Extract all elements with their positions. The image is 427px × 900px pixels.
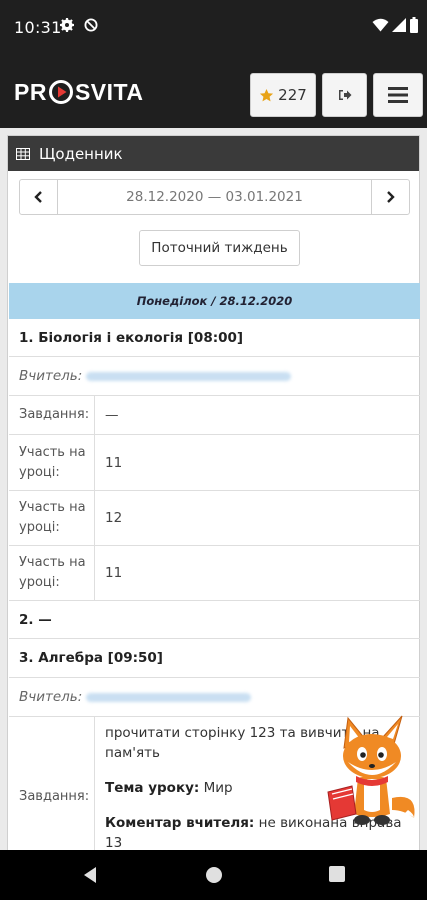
day-header: Понеділок / 28.12.2020 [9, 283, 420, 319]
task-label: Завдання: [9, 396, 95, 434]
do-not-disturb-icon [84, 18, 98, 32]
chevron-left-icon [34, 191, 42, 203]
teacher-name-redacted [86, 692, 252, 702]
panel-header: Щоденник [8, 136, 419, 171]
chevron-right-icon [387, 191, 395, 203]
star-icon [260, 88, 274, 101]
teacher-label: Вчитель: [19, 368, 292, 384]
next-week-button[interactable] [371, 180, 409, 214]
lesson-title-row: 2. — [9, 601, 420, 639]
table-icon [16, 147, 30, 160]
lesson-title-row: 3. Алгебра [09:50] [9, 639, 420, 678]
status-time: 10:31 [14, 18, 62, 37]
panel-title: Щоденник [39, 144, 123, 163]
week-range: 28.12.2020 — 03.01.2021 [126, 189, 303, 205]
recents-icon[interactable] [329, 866, 345, 882]
teacher-row: Вчитель: [9, 357, 420, 396]
wifi-icon [372, 18, 389, 32]
teacher-name-redacted [86, 371, 292, 381]
fox-mascot-icon[interactable] [322, 714, 418, 832]
table-row: Участь на уроці: 12 [9, 491, 420, 546]
current-week-button[interactable]: Поточний тиждень [139, 230, 300, 266]
participation-value: 12 [105, 510, 123, 526]
signal-icon [392, 18, 406, 32]
prev-week-button[interactable] [20, 180, 58, 214]
logo-text-right: SVITA [74, 78, 144, 105]
stars-button[interactable]: 227 [250, 73, 316, 117]
participation-label: Участь на уроці: [9, 546, 95, 600]
participation-value: 11 [105, 454, 123, 471]
logo-text-left: PR [14, 78, 47, 105]
stars-count: 227 [278, 86, 307, 104]
menu-button[interactable] [373, 73, 423, 117]
battery-icon [410, 17, 418, 33]
table-row: Участь на уроці: 11 [9, 546, 420, 601]
lesson-title: 3. Алгебра [09:50] [19, 650, 163, 666]
status-bar: 10:31 [0, 0, 427, 56]
participation-label: Участь на уроці: [9, 435, 95, 490]
table-row: Завдання: — [9, 396, 420, 435]
lesson-title: 2. — [19, 611, 52, 628]
teacher-row: Вчитель: [9, 678, 420, 717]
back-icon[interactable] [82, 866, 98, 884]
task-value: — [105, 407, 119, 423]
week-navigator: 28.12.2020 — 03.01.2021 [19, 179, 410, 215]
participation-value: 11 [105, 565, 123, 581]
play-icon [48, 80, 73, 104]
main-content: Щоденник 28.12.2020 — 03.01.2021 Поточни… [0, 128, 427, 850]
logout-button[interactable] [322, 73, 367, 117]
prosvita-logo[interactable]: PR SVITA [14, 77, 143, 107]
participation-label: Участь на уроці: [9, 491, 95, 545]
hamburger-icon [388, 87, 408, 103]
gear-icon [60, 18, 74, 32]
logout-icon [338, 90, 351, 100]
task-label: Завдання: [9, 717, 95, 850]
system-nav-bar [0, 850, 427, 900]
table-row: Участь на уроці: 11 [9, 435, 420, 491]
lesson-title: 1. Біологія і екологія [08:00] [19, 329, 244, 346]
teacher-label: Вчитель: [19, 689, 252, 705]
home-icon[interactable] [205, 866, 223, 884]
app-header: PR SVITA 227 [0, 56, 427, 128]
lesson-title-row: 1. Біологія і екологія [08:00] [9, 319, 420, 357]
